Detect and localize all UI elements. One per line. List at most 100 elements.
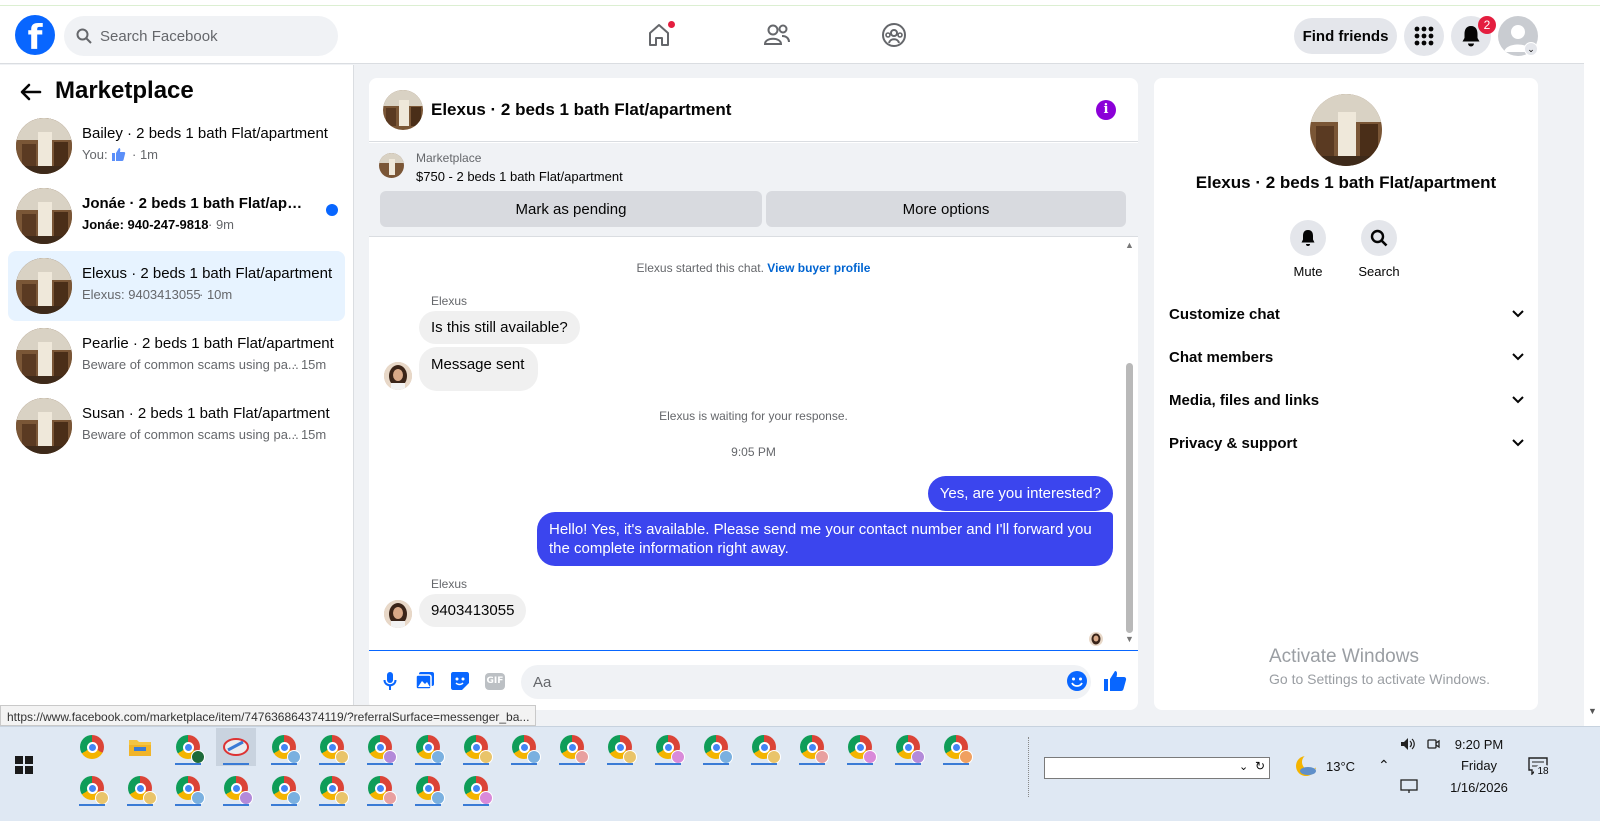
view-buyer-profile-link[interactable]: View buyer profile xyxy=(767,261,870,275)
meeting-icon[interactable] xyxy=(1426,737,1440,751)
chrome-profile-icon[interactable] xyxy=(408,728,448,766)
windows-start-icon[interactable] xyxy=(4,746,44,784)
chevron-down-icon xyxy=(1512,396,1524,404)
back-arrow-icon[interactable] xyxy=(20,83,42,101)
sender-avatar[interactable] xyxy=(384,600,412,628)
chrome-profile-icon[interactable] xyxy=(456,728,496,766)
info-icon[interactable]: i xyxy=(1096,100,1116,120)
chat-members-section[interactable]: Chat members xyxy=(1169,337,1524,377)
taskbar-address-box[interactable]: ⌄ ↻ xyxy=(1044,757,1270,779)
chrome-profile-icon[interactable] xyxy=(600,728,640,766)
scroll-down-arrow-icon[interactable]: ▼ xyxy=(1588,706,1597,716)
active-app-icon[interactable] xyxy=(216,728,256,766)
account-chevron-icon[interactable]: ⌄ xyxy=(1524,42,1538,56)
chevron-up-icon[interactable]: ⌃ xyxy=(1378,757,1390,774)
chrome-profile-icon[interactable] xyxy=(168,728,208,766)
chrome-profile-icon[interactable] xyxy=(456,769,496,807)
chrome-profile-icon[interactable] xyxy=(648,728,688,766)
chrome-profile-icon[interactable] xyxy=(696,728,736,766)
chrome-profile-icon[interactable] xyxy=(360,769,400,807)
chrome-profile-icon[interactable] xyxy=(744,728,784,766)
seen-receipt-avatar xyxy=(1089,632,1103,646)
weather-moon-icon[interactable] xyxy=(1286,747,1326,785)
speaker-icon[interactable] xyxy=(1400,737,1416,751)
windows-taskbar: ⌄ ↻ 13°C ⌃ 9:20 PM Friday 1/16/2026 18 xyxy=(0,726,1600,821)
conversation-item[interactable]: Susan · 2 beds 1 bath Flat/apartment Bew… xyxy=(8,391,345,461)
listing-thumbnail xyxy=(16,258,72,314)
bell-icon xyxy=(1290,220,1326,256)
refresh-icon[interactable]: ↻ xyxy=(1255,759,1265,773)
incoming-message[interactable]: Is this still available? xyxy=(419,311,580,344)
clock-date[interactable]: 1/16/2026 xyxy=(1444,780,1514,795)
media-files-links-section[interactable]: Media, files and links xyxy=(1169,380,1524,420)
chrome-profile-icon[interactable] xyxy=(408,769,448,807)
chrome-profile-icon[interactable] xyxy=(216,769,256,807)
find-friends-button[interactable]: Find friends xyxy=(1294,18,1397,54)
search-icon xyxy=(76,28,92,44)
gif-icon[interactable]: GIF xyxy=(483,669,507,693)
menu-grid-icon[interactable] xyxy=(1404,16,1444,56)
search-input[interactable]: Search Facebook xyxy=(100,28,218,45)
more-options-button[interactable]: More options xyxy=(766,191,1126,227)
chrome-profile-icon[interactable] xyxy=(168,769,208,807)
chrome-profile-icon[interactable] xyxy=(312,728,352,766)
chat-listing-avatar[interactable] xyxy=(383,90,423,130)
chrome-profile-icon[interactable] xyxy=(840,728,880,766)
chat-scrollbar[interactable]: ▲ ▼ xyxy=(1121,238,1138,648)
chat-title[interactable]: Elexus · 2 beds 1 bath Flat/apartment xyxy=(431,100,731,120)
friends-icon[interactable] xyxy=(759,17,795,53)
chevron-down-icon[interactable]: ⌄ xyxy=(1239,760,1248,773)
listing-price[interactable]: $750 - 2 beds 1 bath Flat/apartment xyxy=(416,169,623,184)
conversation-item[interactable]: Jonáe · 2 beds 1 bath Flat/apartment Jon… xyxy=(8,181,345,251)
details-listing-avatar[interactable] xyxy=(1310,94,1382,166)
chrome-profile-icon[interactable] xyxy=(792,728,832,766)
chrome-profile-icon[interactable] xyxy=(264,728,304,766)
outgoing-message[interactable]: Hello! Yes, it's available. Please send … xyxy=(537,512,1113,566)
mute-button[interactable]: Mute xyxy=(1278,220,1338,279)
incoming-message[interactable]: Message sent xyxy=(419,347,539,391)
file-explorer-icon[interactable] xyxy=(120,728,160,766)
sender-name: Elexus xyxy=(431,294,468,308)
chrome-profile-icon[interactable] xyxy=(552,728,592,766)
emoji-icon[interactable] xyxy=(1065,669,1089,693)
chrome-profile-icon[interactable] xyxy=(888,728,928,766)
chrome-profile-icon[interactable] xyxy=(120,769,160,807)
sender-avatar[interactable] xyxy=(384,362,412,390)
mark-as-pending-button[interactable]: Mark as pending xyxy=(380,191,762,227)
home-icon[interactable] xyxy=(641,17,677,53)
page-scrollbar[interactable]: ▼ xyxy=(1584,6,1600,726)
outgoing-message[interactable]: Yes, are you interested? xyxy=(927,476,1113,511)
search-box[interactable]: Search Facebook xyxy=(64,16,338,56)
scroll-down-arrow-icon[interactable]: ▼ xyxy=(1125,634,1134,644)
weather-temperature[interactable]: 13°C xyxy=(1326,759,1355,774)
sender-name: Elexus xyxy=(431,577,468,591)
chrome-profile-icon[interactable] xyxy=(72,769,112,807)
chrome-profile-icon[interactable] xyxy=(264,769,304,807)
chrome-profile-icon[interactable] xyxy=(312,769,352,807)
thumbs-up-icon[interactable] xyxy=(1103,669,1127,693)
chat-scrollbar-thumb[interactable] xyxy=(1126,363,1133,633)
facebook-logo[interactable]: f xyxy=(15,15,55,55)
message-input[interactable]: Aa xyxy=(521,665,1091,699)
search-conversation-button[interactable]: Search xyxy=(1349,220,1409,279)
scroll-up-arrow-icon[interactable]: ▲ xyxy=(1125,240,1134,250)
chrome-profile-icon[interactable] xyxy=(360,728,400,766)
conversation-item[interactable]: Bailey · 2 beds 1 bath Flat/apartment Yo… xyxy=(8,111,345,181)
incoming-message[interactable]: 9403413055 xyxy=(419,594,527,627)
conversation-item[interactable]: Elexus · 2 beds 1 bath Flat/apartment El… xyxy=(8,251,345,321)
microphone-icon[interactable] xyxy=(378,669,402,693)
clock-time[interactable]: 9:20 PM xyxy=(1444,737,1514,752)
chrome-profile-icon[interactable] xyxy=(936,728,976,766)
photo-icon[interactable] xyxy=(413,669,437,693)
chrome-profile-icon[interactable] xyxy=(504,728,544,766)
watermark-line-1: Activate Windows xyxy=(1269,646,1419,667)
sticker-icon[interactable] xyxy=(448,669,472,693)
groups-icon[interactable] xyxy=(876,17,912,53)
message-composer: GIF Aa xyxy=(369,650,1138,710)
chrome-app-icon[interactable] xyxy=(72,728,112,766)
network-icon[interactable] xyxy=(1400,779,1418,793)
customize-chat-section[interactable]: Customize chat xyxy=(1169,294,1524,334)
privacy-support-section[interactable]: Privacy & support xyxy=(1169,423,1524,463)
clock-day[interactable]: Friday xyxy=(1444,758,1514,773)
conversation-item[interactable]: Pearlie · 2 beds 1 bath Flat/apartment B… xyxy=(8,321,345,391)
